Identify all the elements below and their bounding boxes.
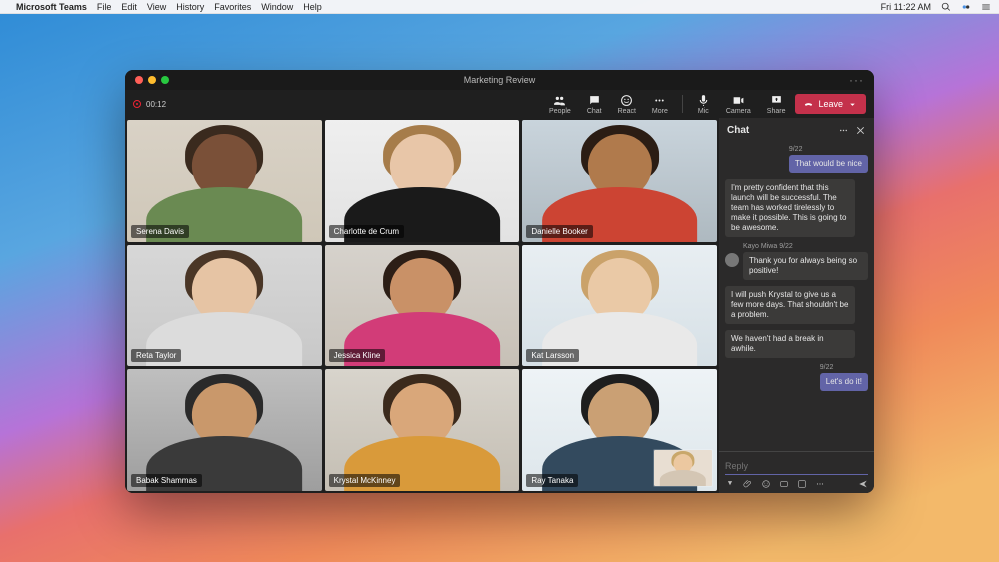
hangup-icon — [803, 99, 814, 110]
chat-message: I'm pretty confident that this launch wi… — [725, 179, 868, 237]
participant-name: Jessica Kline — [329, 349, 386, 362]
compose-more-icon[interactable] — [815, 479, 825, 489]
control-divider — [682, 95, 683, 113]
chevron-down-icon — [847, 99, 858, 110]
chat-messages[interactable]: 9/22 That would be nice I'm pretty confi… — [719, 142, 874, 451]
participant-name: Serena Davis — [131, 225, 189, 238]
video-tile[interactable]: Charlotte de Crum — [325, 120, 520, 242]
recording-indicator: 00:12 — [133, 100, 166, 109]
mic-icon — [697, 94, 710, 107]
video-tile[interactable]: Serena Davis — [127, 120, 322, 242]
react-icon — [620, 94, 633, 107]
menu-edit[interactable]: Edit — [121, 2, 137, 12]
people-button[interactable]: People — [543, 94, 577, 115]
titlebar-more-icon[interactable]: ··· — [849, 73, 864, 87]
video-grid: Serena Davis Charlotte de Crum — [125, 118, 719, 493]
leave-button[interactable]: Leave — [795, 94, 866, 114]
chat-compose — [719, 451, 874, 493]
menu-window[interactable]: Window — [261, 2, 293, 12]
participant-name: Danielle Booker — [526, 225, 592, 238]
chat-icon — [588, 94, 601, 107]
meeting-title: Marketing Review — [125, 75, 874, 85]
attachment-icon[interactable] — [743, 479, 753, 489]
chat-message: 9/22 Let's do it! — [725, 364, 868, 391]
video-tile[interactable]: Babak Shammas — [127, 369, 322, 491]
zoom-window-icon[interactable] — [161, 76, 169, 84]
spotlight-icon[interactable] — [941, 2, 951, 12]
macos-menubar: Microsoft Teams File Edit View History F… — [0, 0, 999, 14]
share-icon — [770, 94, 783, 107]
send-icon[interactable] — [858, 479, 868, 489]
share-button[interactable]: Share — [761, 94, 792, 115]
video-tile[interactable]: Ray Tanaka — [522, 369, 717, 491]
people-icon — [553, 94, 566, 107]
window-titlebar: Marketing Review ··· — [125, 70, 874, 90]
participant-name: Ray Tanaka — [526, 474, 578, 487]
reply-input[interactable] — [725, 458, 868, 475]
chat-message: 9/22 That would be nice — [725, 146, 868, 173]
desktop: Microsoft Teams File Edit View History F… — [0, 0, 999, 562]
mic-button[interactable]: Mic — [691, 94, 716, 115]
chat-more-icon[interactable] — [838, 125, 849, 136]
camera-button[interactable]: Camera — [720, 94, 757, 115]
video-tile[interactable]: Danielle Booker — [522, 120, 717, 242]
more-icon — [653, 94, 666, 107]
participant-name: Kat Larsson — [526, 349, 579, 362]
format-icon[interactable] — [725, 479, 735, 489]
menu-history[interactable]: History — [176, 2, 204, 12]
app-name[interactable]: Microsoft Teams — [16, 2, 87, 12]
minimize-window-icon[interactable] — [148, 76, 156, 84]
chat-message: Kayo Miwa 9/22 Thank you for always bein… — [725, 243, 868, 280]
close-icon[interactable] — [855, 125, 866, 136]
video-tile[interactable]: Jessica Kline — [325, 245, 520, 367]
sticker-icon[interactable] — [797, 479, 807, 489]
menubar-clock[interactable]: Fri 11:22 AM — [881, 2, 931, 12]
avatar — [725, 253, 739, 267]
more-button[interactable]: More — [646, 94, 674, 115]
menu-help[interactable]: Help — [303, 2, 322, 12]
chat-title: Chat — [727, 125, 749, 136]
menu-view[interactable]: View — [147, 2, 166, 12]
compose-toolbar — [725, 475, 868, 491]
chat-message: We haven't had a break in awhile. — [725, 330, 868, 358]
meeting-controlbar: 00:12 People Chat React More Mi — [125, 90, 874, 118]
chat-header: Chat — [719, 118, 874, 142]
menu-file[interactable]: File — [97, 2, 112, 12]
meeting-timer: 00:12 — [146, 100, 166, 109]
react-button[interactable]: React — [612, 94, 642, 115]
window-traffic-lights[interactable] — [135, 76, 169, 84]
participant-name: Reta Taylor — [131, 349, 181, 362]
record-icon — [133, 100, 141, 108]
menu-favorites[interactable]: Favorites — [214, 2, 251, 12]
participant-name: Krystal McKinney — [329, 474, 401, 487]
chat-panel: Chat 9/22 That would be nice I'm pretty … — [719, 118, 874, 493]
control-center-icon[interactable] — [961, 2, 971, 12]
video-tile[interactable]: Krystal McKinney — [325, 369, 520, 491]
chat-button[interactable]: Chat — [581, 94, 608, 115]
camera-icon — [732, 94, 745, 107]
participant-name: Babak Shammas — [131, 474, 202, 487]
participant-name: Charlotte de Crum — [329, 225, 404, 238]
teams-meeting-window: Marketing Review ··· 00:12 People Chat R… — [125, 70, 874, 493]
menubar-hamburger-icon[interactable] — [981, 2, 991, 12]
video-tile[interactable]: Reta Taylor — [127, 245, 322, 367]
chat-message: I will push Krystal to give us a few mor… — [725, 286, 868, 324]
video-tile[interactable]: Kat Larsson — [522, 245, 717, 367]
close-window-icon[interactable] — [135, 76, 143, 84]
self-view-pip[interactable] — [653, 449, 713, 487]
gif-icon[interactable] — [779, 479, 789, 489]
emoji-icon[interactable] — [761, 479, 771, 489]
meeting-main: Serena Davis Charlotte de Crum — [125, 118, 874, 493]
